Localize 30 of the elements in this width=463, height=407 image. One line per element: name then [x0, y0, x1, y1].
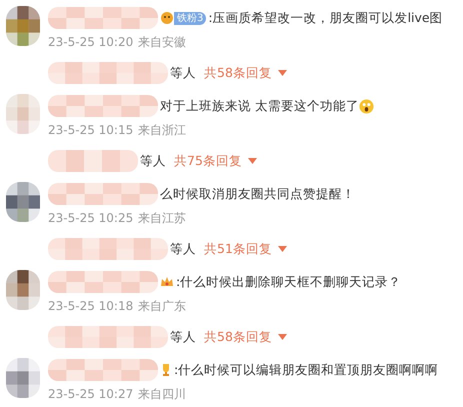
comment-time: 23-5-25 10:27 — [48, 386, 134, 403]
comment-text: 对于上班族来说 太需要这个功能了 — [160, 96, 359, 115]
comment-location: 来自江苏 — [138, 210, 186, 227]
comment-time: 23-5-25 10:20 — [48, 34, 134, 51]
crown-icon — [160, 275, 174, 289]
reply-count-link[interactable]: 共75条回复 — [174, 152, 242, 170]
fan-badge: 铁粉3 — [174, 12, 206, 24]
comment-location: 来自四川 — [138, 386, 186, 403]
comment-text: :压画质希望改一改，朋友圈可以发live图 — [208, 8, 443, 27]
comment-time: 23-5-25 10:18 — [48, 298, 134, 315]
reply-count-link[interactable]: 共58条回复 — [204, 328, 272, 346]
caret-icon[interactable] — [278, 334, 287, 340]
replier-suffix: 等人 — [170, 64, 196, 82]
comment-text: :什么时候出删除聊天框不删聊天记录？ — [176, 272, 402, 291]
comment-text: 么时候取消朋友圈共同点赞提醒！ — [160, 184, 355, 203]
trophy-icon — [160, 363, 172, 377]
replier-suffix: 等人 — [140, 152, 166, 170]
reply-count-link[interactable]: 共51条回复 — [204, 240, 272, 258]
caret-icon[interactable] — [278, 70, 287, 76]
comment-location: 来自安徽 — [138, 34, 186, 51]
replier-suffix: 等人 — [170, 240, 196, 258]
comment-text: :什么时候可以编辑朋友圈和置顶朋友圈啊啊啊 — [174, 360, 438, 379]
comment-time: 23-5-25 10:25 — [48, 210, 134, 227]
comment-location: 来自浙江 — [138, 122, 186, 139]
comment-time: 23-5-25 10:15 — [48, 122, 134, 139]
reply-count-link[interactable]: 共58条回复 — [204, 64, 272, 82]
replier-suffix: 等人 — [170, 328, 196, 346]
caret-icon[interactable] — [278, 246, 287, 252]
comment-location: 来自广东 — [138, 298, 186, 315]
caret-icon[interactable] — [248, 158, 257, 164]
